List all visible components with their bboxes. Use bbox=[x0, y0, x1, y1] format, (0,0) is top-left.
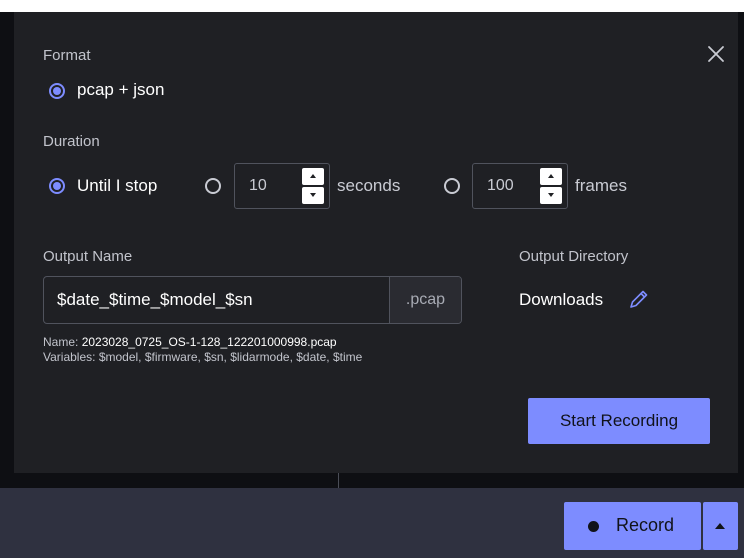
variables-list: $model, $firmware, $sn, $lidarmode, $dat… bbox=[98, 350, 363, 364]
frames-increment-icon[interactable] bbox=[540, 168, 562, 185]
name-preview-value: 2023028_0725_OS-1-128_122201000998.pcap bbox=[81, 335, 337, 349]
seconds-stepper-arrows bbox=[302, 168, 324, 204]
format-option-label: pcap + json bbox=[77, 80, 165, 99]
output-name-label: Output Name bbox=[43, 248, 133, 265]
background-divider-lower bbox=[338, 473, 339, 488]
output-name-input[interactable] bbox=[44, 277, 392, 323]
name-preview-label: Name: bbox=[43, 335, 79, 349]
name-preview-line: Name: 2023028_0725_OS-1-128_122201000998… bbox=[43, 335, 337, 349]
duration-radio-seconds[interactable] bbox=[205, 178, 221, 194]
record-options-caret-icon[interactable] bbox=[703, 502, 738, 550]
variables-line: Variables: $model, $firmware, $sn, $lida… bbox=[43, 350, 362, 364]
duration-radio-until-stop[interactable] bbox=[49, 178, 65, 194]
seconds-value[interactable]: 10 bbox=[249, 177, 267, 195]
frames-value[interactable]: 100 bbox=[487, 177, 514, 195]
record-settings-dialog: Format pcap + json Duration Until I stop… bbox=[14, 12, 738, 473]
duration-radio-frames[interactable] bbox=[444, 178, 460, 194]
duration-label: Duration bbox=[43, 133, 100, 150]
pencil-icon[interactable] bbox=[627, 287, 651, 311]
start-recording-button[interactable]: Start Recording bbox=[528, 398, 710, 444]
frames-decrement-icon[interactable] bbox=[540, 187, 562, 204]
seconds-decrement-icon[interactable] bbox=[302, 187, 324, 204]
seconds-stepper[interactable]: 10 bbox=[234, 163, 330, 209]
record-button[interactable]: Record bbox=[564, 502, 701, 550]
format-label: Format bbox=[43, 47, 91, 64]
variables-label: Variables: bbox=[43, 350, 96, 364]
record-dot-icon bbox=[588, 521, 599, 532]
output-directory-label: Output Directory bbox=[519, 248, 629, 265]
frames-unit-label: frames bbox=[575, 176, 627, 195]
seconds-unit-label: seconds bbox=[337, 176, 401, 195]
duration-until-stop-label: Until I stop bbox=[77, 176, 158, 195]
output-directory-value: Downloads bbox=[519, 290, 604, 309]
seconds-increment-icon[interactable] bbox=[302, 168, 324, 185]
format-radio-pcap-json[interactable] bbox=[49, 83, 65, 99]
frames-stepper-arrows bbox=[540, 168, 562, 204]
frames-stepper[interactable]: 100 bbox=[472, 163, 568, 209]
output-name-field[interactable]: .pcap bbox=[43, 276, 462, 324]
file-extension-addon: .pcap bbox=[389, 277, 461, 323]
window-top-strip bbox=[0, 0, 744, 12]
record-button-label: Record bbox=[616, 515, 675, 535]
close-icon[interactable] bbox=[704, 42, 728, 66]
